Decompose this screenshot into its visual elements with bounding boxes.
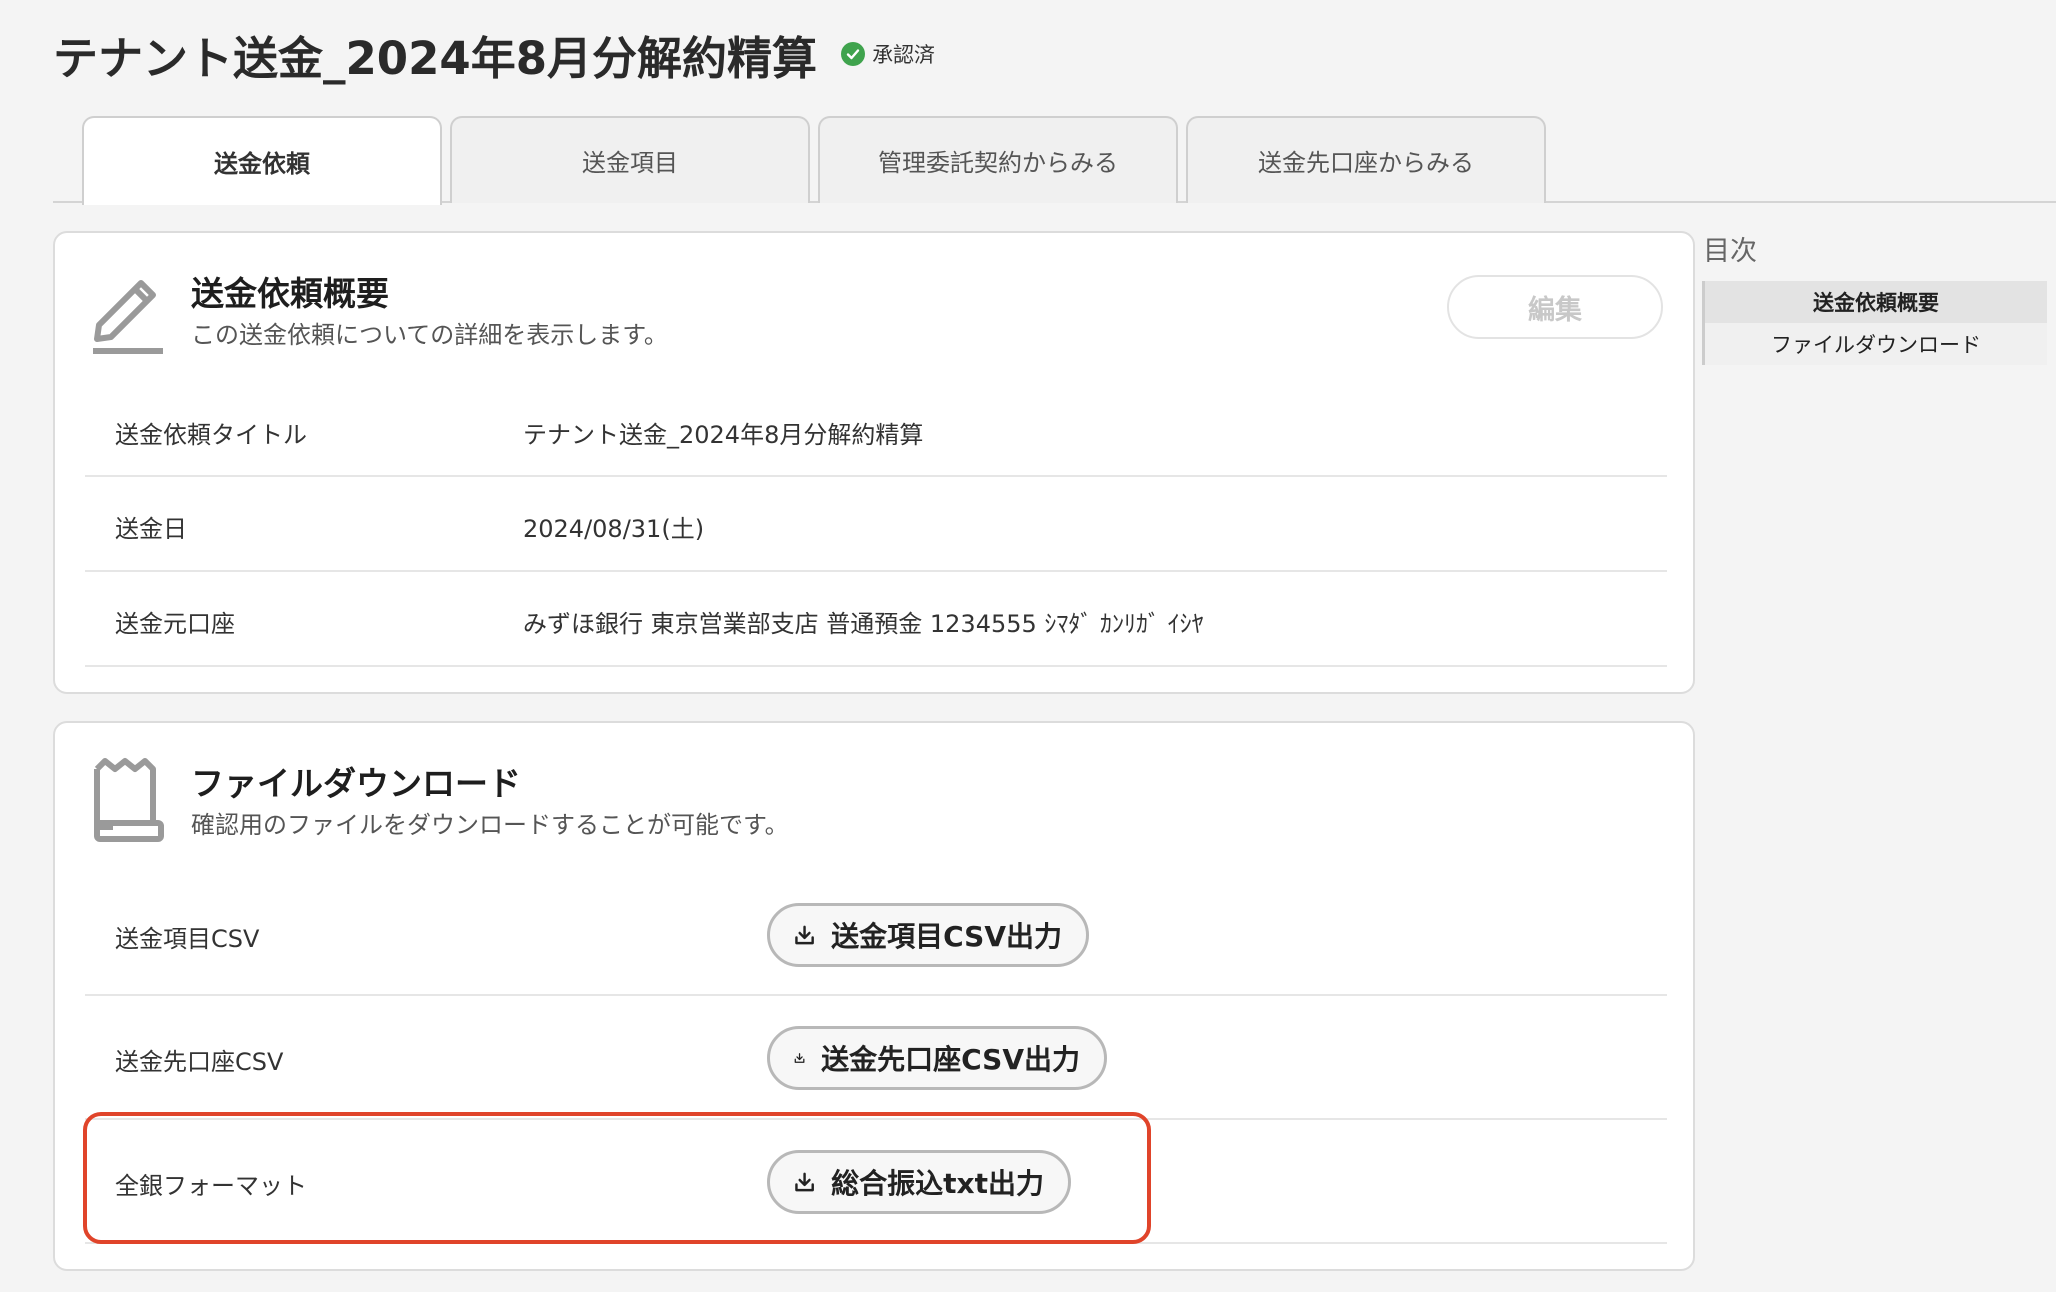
items-csv-button[interactable]: 送金項目CSV出力	[767, 903, 1089, 967]
overview-card: 送金依頼概要 この送金依頼についての詳細を表示します。 編集 送金依頼タイトル …	[53, 231, 1695, 694]
detail-row-title: 送金依頼タイトル テナント送金_2024年8月分解約精算	[85, 383, 1667, 477]
items-csv-button-label: 送金項目CSV出力	[831, 920, 1062, 953]
edit-button[interactable]: 編集	[1447, 275, 1663, 339]
check-circle-icon	[841, 42, 866, 66]
accounts-csv-button[interactable]: 送金先口座CSV出力	[767, 1026, 1107, 1090]
tab-request[interactable]: 送金依頼	[82, 116, 442, 205]
scroll-icon	[91, 755, 167, 845]
overview-description: この送金依頼についての詳細を表示します。	[191, 321, 668, 349]
page-header: テナント送金_2024年8月分解約精算 承認済	[53, 24, 935, 85]
toc-title: 目次	[1703, 236, 1757, 267]
tab-items[interactable]: 送金項目	[450, 116, 810, 203]
pencil-icon	[91, 265, 167, 355]
tab-account-view[interactable]: 送金先口座からみる	[1186, 116, 1546, 203]
overview-title: 送金依頼概要	[191, 274, 389, 313]
download-row-items: 送金項目CSV 送金項目CSV出力	[85, 873, 1667, 996]
detail-row-date: 送金日 2024/08/31(土)	[85, 477, 1667, 572]
detail-value: みずほ銀行 東京営業部支店 普通預金 1234555 ｼﾏﾀﾞ ｶﾝﾘｶﾞ ｲｼ…	[523, 610, 1204, 638]
detail-label: 送金依頼タイトル	[115, 421, 307, 449]
detail-value: 2024/08/31(土)	[523, 515, 705, 543]
toc-item-overview[interactable]: 送金依頼概要	[1702, 281, 2047, 323]
download-icon	[794, 1053, 805, 1063]
download-label: 送金項目CSV	[115, 925, 260, 953]
download-row-accounts: 送金先口座CSV 送金先口座CSV出力	[85, 996, 1667, 1120]
tab-contract-view[interactable]: 管理委託契約からみる	[818, 116, 1178, 203]
status-badge: 承認済	[841, 39, 935, 69]
detail-value: テナント送金_2024年8月分解約精算	[523, 421, 924, 449]
tab-bar: 送金依頼 送金項目 管理委託契約からみる 送金先口座からみる	[53, 116, 2056, 205]
highlight-box	[83, 1112, 1151, 1244]
page: テナント送金_2024年8月分解約精算 承認済 送金依頼 送金項目 管理委託契約…	[0, 0, 2056, 1292]
detail-label: 送金日	[115, 515, 187, 543]
status-text: 承認済	[872, 43, 936, 67]
download-description: 確認用のファイルをダウンロードすることが可能です。	[191, 811, 789, 839]
toc-item-download[interactable]: ファイルダウンロード	[1702, 323, 2047, 365]
download-title: ファイルダウンロード	[191, 764, 521, 803]
accounts-csv-button-label: 送金先口座CSV出力	[821, 1043, 1080, 1076]
page-title: テナント送金_2024年8月分解約精算	[53, 31, 818, 85]
download-icon	[795, 925, 814, 945]
toc: 送金依頼概要 ファイルダウンロード	[1702, 281, 2047, 365]
detail-row-account: 送金元口座 みずほ銀行 東京営業部支店 普通預金 1234555 ｼﾏﾀﾞ ｶﾝ…	[85, 572, 1667, 667]
detail-label: 送金元口座	[115, 610, 235, 638]
download-label: 送金先口座CSV	[115, 1048, 284, 1076]
